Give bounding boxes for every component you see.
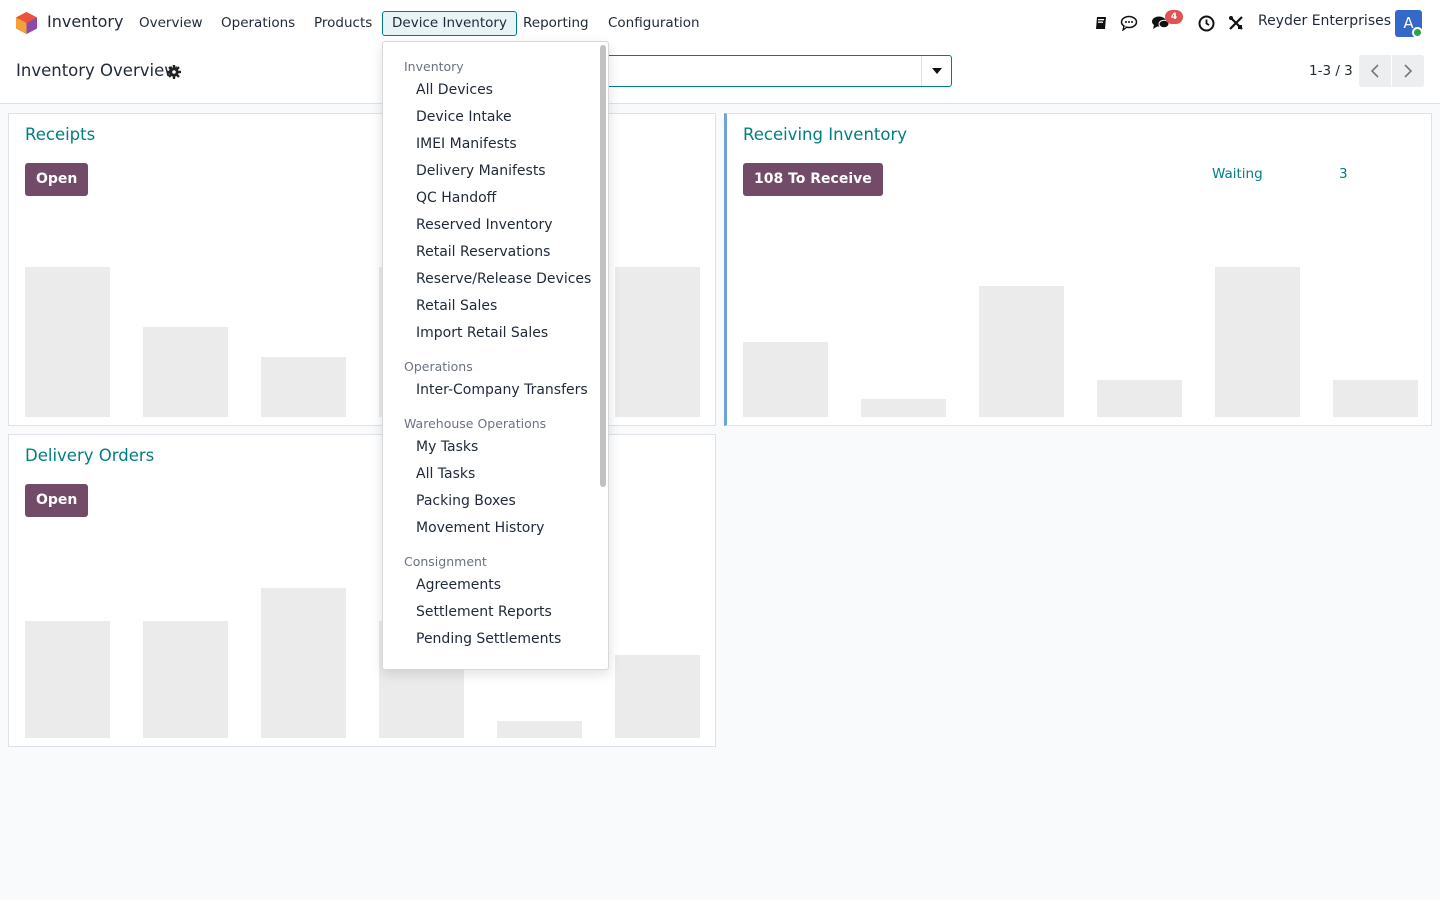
notebook-icon[interactable] [1090,12,1112,34]
dropdown-item[interactable]: Import Retail Sales [416,325,548,341]
chevron-left-icon [1371,64,1379,78]
pager-next-button[interactable] [1392,55,1424,87]
search-options-toggle[interactable] [921,56,951,86]
graph-bar [143,327,228,417]
control-panel: Inventory Overview 1-3 / 3 [0,46,1440,104]
graph-bar [25,621,110,738]
menu-overview[interactable]: Overview [129,11,213,36]
dropdown-item[interactable]: Movement History [416,520,544,536]
pager-previous-button[interactable] [1359,55,1391,87]
tools-icon[interactable] [1225,12,1247,34]
dropdown-item[interactable]: Reserved Inventory [416,217,552,233]
card-title[interactable]: Delivery Orders [25,446,154,465]
dropdown-item[interactable]: Device Intake [416,109,512,125]
graph-bar [25,267,110,417]
graph-bar [615,267,700,417]
open-button[interactable]: Open [25,484,89,517]
graph-bar [979,286,1064,417]
top-navbar: Inventory Overview Operations Products D… [0,0,1440,46]
graph-bar [143,621,228,738]
graph-bar [743,342,828,417]
gear-icon[interactable] [167,65,181,79]
graph-bar [1215,267,1300,417]
menu-products[interactable]: Products [304,11,382,36]
dropdown-item[interactable]: Pending Settlements [416,631,561,647]
graph-bar [261,588,346,738]
dropdown-item[interactable]: My Tasks [416,439,478,455]
dropdown-item[interactable]: Retail Sales [416,298,497,314]
company-switcher[interactable]: Reyder Enterprises [1258,13,1391,29]
graph-bar [615,655,700,738]
menu-device-inventory[interactable]: Device Inventory [382,11,517,36]
dropdown-item[interactable]: All Tasks [416,466,475,482]
card-title[interactable]: Receipts [25,125,95,144]
to-receive-button[interactable]: 108 To Receive [743,163,883,196]
dropdown-item[interactable]: IMEI Manifests [416,136,517,152]
dropdown-item[interactable]: Reserve/Release Devices [416,271,591,287]
dropdown-item[interactable]: Delivery Manifests [416,163,546,179]
app-name[interactable]: Inventory [47,12,123,31]
caret-down-icon [931,68,942,74]
open-button[interactable]: Open [25,163,89,196]
pager-value[interactable]: 1-3 / 3 [1309,63,1353,79]
waiting-label[interactable]: Waiting [1212,166,1263,182]
chat-bubbles-icon[interactable] [1118,12,1140,34]
menu-configuration[interactable]: Configuration [598,11,710,36]
card-title[interactable]: Receiving Inventory [743,125,907,144]
card-delivery-orders: Delivery Orders Open [8,434,716,747]
dropdown-item[interactable]: Retail Reservations [416,244,550,260]
card-receiving-inventory: Receiving Inventory 108 To Receive Waiti… [724,113,1432,426]
chevron-right-icon [1404,64,1412,78]
graph-bar [861,399,946,417]
dropdown-scrollbar[interactable] [600,45,606,487]
waiting-count[interactable]: 3 [1339,166,1348,182]
app-logo-icon[interactable] [16,12,37,34]
dropdown-item[interactable]: QC Handoff [416,190,496,206]
graph-bar [1097,380,1182,417]
receiving-graph[interactable] [743,257,1418,417]
clock-icon[interactable] [1195,12,1217,34]
graph-bar [261,357,346,417]
search-input[interactable] [560,55,952,87]
online-status-indicator [1412,27,1423,38]
dropdown-item[interactable]: Packing Boxes [416,493,516,509]
device-inventory-dropdown: Inventory All Devices Device Intake IMEI Ma… [382,41,609,670]
dropdown-section-header: Inventory [404,59,464,74]
dropdown-item[interactable]: Inter-Company Transfers [416,382,588,398]
menu-operations[interactable]: Operations [211,11,305,36]
dropdown-section-header: Warehouse Operations [404,416,547,431]
graph-bar [1333,380,1418,417]
dropdown-item[interactable]: Settlement Reports [416,604,552,620]
menu-reporting[interactable]: Reporting [513,11,599,36]
graph-bar [497,721,582,738]
dropdown-section-header: Operations [404,359,473,374]
card-receipts: Receipts Open [8,113,716,426]
page-title: Inventory Overview [16,61,178,80]
dropdown-section-header: Consignment [404,554,487,569]
dropdown-item[interactable]: All Devices [416,82,493,98]
dropdown-item[interactable]: Agreements [416,577,501,593]
messages-count-badge: 4 [1165,10,1183,24]
